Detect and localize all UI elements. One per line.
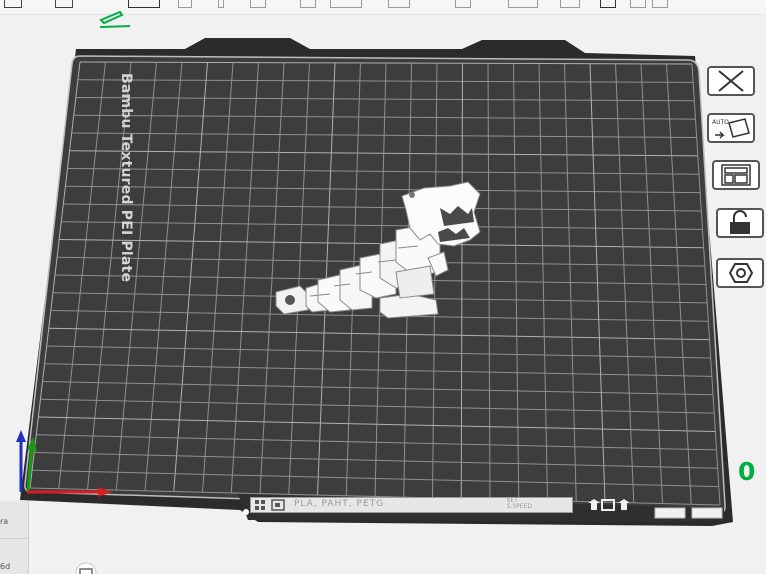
plate-settings-button[interactable] [716, 258, 764, 288]
auto-label: AUTO [712, 119, 729, 126]
camera-view-icon[interactable] [74, 561, 98, 574]
left-panel-row[interactable]: ra [0, 517, 8, 526]
lock-plate-button[interactable] [716, 208, 764, 238]
plate-filament-types: PLA, PAHT, PETG [294, 499, 385, 509]
close-plate-button[interactable] [707, 66, 755, 96]
plate-number[interactable]: 0 [738, 457, 755, 486]
left-side-panel: ra 6d [0, 501, 29, 574]
left-panel-row[interactable]: 6d [0, 562, 10, 571]
plate-bar-status: SET S.SPEED [506, 497, 532, 510]
plate-type-label: Bambu Textured PEI Plate [118, 73, 134, 283]
arrange-icon [721, 164, 751, 186]
auto-orient-button[interactable]: AUTO [707, 113, 755, 143]
close-icon [718, 70, 744, 92]
left-panel-divider [0, 538, 28, 539]
plate-handle-dot [243, 509, 249, 515]
hexagon-settings-icon [728, 263, 754, 283]
unlock-icon [730, 210, 750, 234]
plate-grid-icon[interactable] [254, 499, 290, 511]
auto-orient-icon: AUTO [712, 118, 750, 139]
plate-info-bar[interactable]: PLA, PAHT, PETG SET S.SPEED [250, 497, 573, 513]
arrange-button[interactable] [712, 160, 760, 190]
